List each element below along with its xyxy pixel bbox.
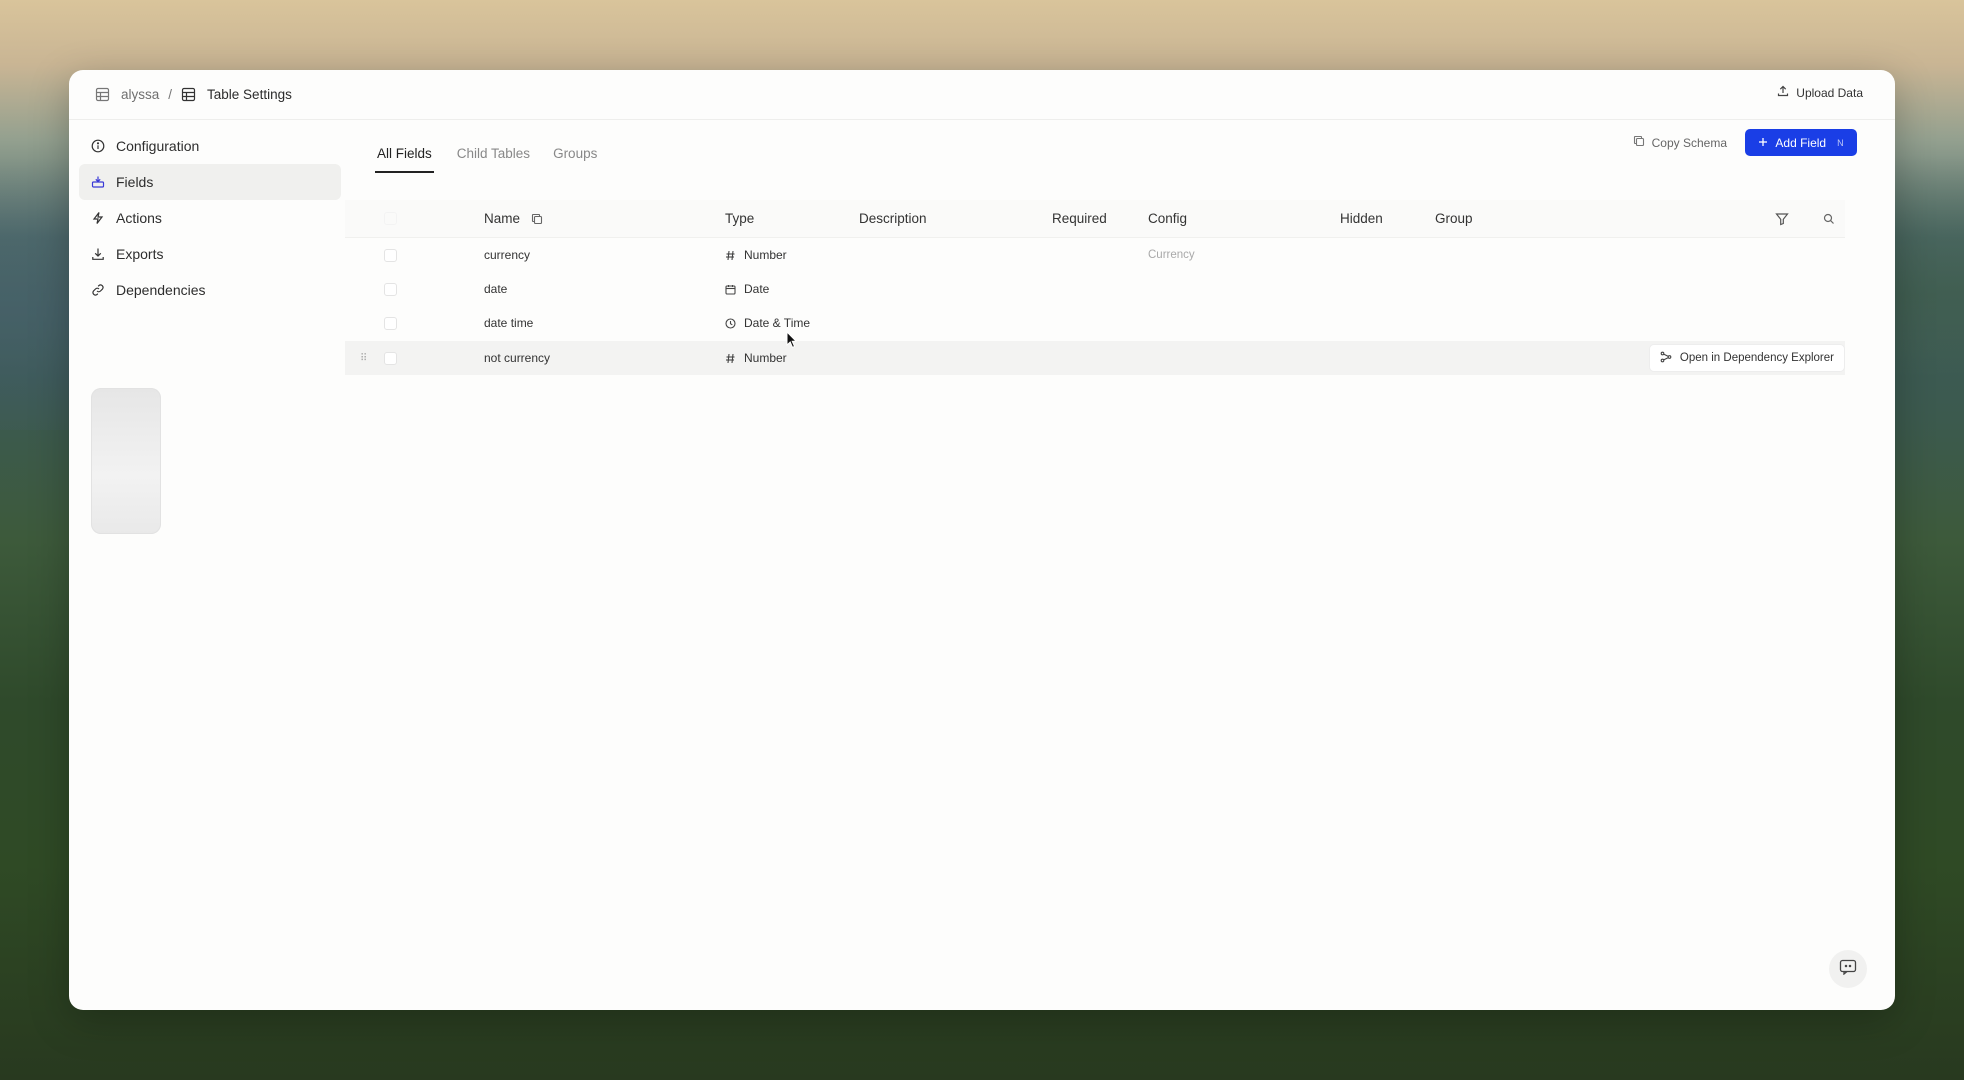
- sidebar-item-configuration[interactable]: Configuration: [79, 128, 341, 164]
- field-name: date: [484, 282, 508, 296]
- filter-icon[interactable]: [1775, 212, 1789, 226]
- upload-icon: [1777, 85, 1789, 100]
- upload-data-label: Upload Data: [1796, 85, 1863, 100]
- row-checkbox[interactable]: [384, 316, 397, 330]
- main-content: All Fields Child Tables Groups Copy Sche…: [345, 120, 1895, 1010]
- column-name[interactable]: Name: [484, 211, 543, 226]
- sidebar-item-label: Dependencies: [116, 282, 206, 298]
- shortcut-hint: N: [1837, 137, 1844, 148]
- app-window: alyssa / Table Settings Upload Data Conf…: [69, 70, 1895, 1010]
- table-header: Name Type Description Required Config Hi…: [345, 200, 1845, 238]
- dependency-graph-icon: [1660, 351, 1672, 366]
- sidebar-item-label: Fields: [116, 174, 154, 190]
- sidebar-item-label: Exports: [116, 246, 164, 262]
- add-field-button[interactable]: Add Field N: [1745, 129, 1857, 156]
- sidebar-item-actions[interactable]: Actions: [79, 200, 341, 236]
- upload-data-button[interactable]: Upload Data: [1777, 85, 1863, 100]
- sidebar-item-fields[interactable]: Fields: [79, 164, 341, 200]
- field-name: date time: [484, 316, 534, 330]
- copy-schema-button[interactable]: Copy Schema: [1633, 135, 1727, 150]
- top-bar: alyssa / Table Settings Upload Data: [69, 70, 1895, 120]
- breadcrumb-workspace[interactable]: alyssa: [121, 87, 159, 102]
- search-icon[interactable]: [1823, 213, 1835, 225]
- breadcrumb-separator: /: [168, 87, 173, 102]
- add-field-label: Add Field: [1775, 135, 1827, 150]
- table-row[interactable]: date time Date & Time: [345, 306, 1845, 340]
- column-required[interactable]: Required: [1052, 211, 1107, 226]
- sidebar-item-exports[interactable]: Exports: [79, 236, 341, 272]
- download-icon: [91, 247, 105, 261]
- field-type: Date & Time: [725, 316, 810, 330]
- tab-all-fields[interactable]: All Fields: [375, 138, 434, 173]
- open-dependency-explorer-button[interactable]: Open in Dependency Explorer: [1648, 344, 1845, 372]
- copy-icon: [1633, 135, 1645, 150]
- info-circle-icon: [91, 139, 105, 153]
- table-icon: [181, 87, 196, 102]
- calendar-icon: [725, 284, 736, 295]
- loading-placeholder: [91, 388, 161, 534]
- breadcrumb: alyssa / Table Settings: [95, 87, 292, 102]
- sidebar-item-label: Actions: [116, 210, 162, 226]
- table-row[interactable]: currency Number Currency: [345, 238, 1845, 272]
- hash-icon: [725, 353, 736, 364]
- column-hidden[interactable]: Hidden: [1340, 211, 1383, 226]
- tab-child-tables[interactable]: Child Tables: [457, 138, 530, 173]
- toolbar-actions: Copy Schema Add Field N: [1633, 129, 1857, 156]
- table-row[interactable]: ⠿ not currency Number Open in Dependency…: [345, 341, 1845, 375]
- chat-icon: [1839, 959, 1857, 980]
- column-description[interactable]: Description: [859, 211, 927, 226]
- column-config[interactable]: Config: [1148, 211, 1187, 226]
- sidebar: Configuration Fields Actions Exports Dep…: [79, 128, 341, 534]
- table-row[interactable]: date Date: [345, 272, 1845, 306]
- table-icon: [95, 87, 110, 102]
- sidebar-item-label: Configuration: [116, 138, 200, 154]
- copy-schema-label: Copy Schema: [1651, 135, 1727, 150]
- lightning-icon: [91, 211, 105, 225]
- row-checkbox[interactable]: [384, 282, 397, 296]
- fields-icon: [91, 175, 105, 189]
- mouse-cursor: [786, 330, 798, 354]
- header-select-all[interactable]: [384, 212, 397, 225]
- clock-icon: [725, 317, 736, 329]
- field-type: Date: [725, 282, 769, 296]
- row-checkbox[interactable]: [384, 248, 397, 262]
- sidebar-item-dependencies[interactable]: Dependencies: [79, 272, 341, 308]
- row-checkbox[interactable]: [384, 351, 397, 365]
- tab-groups[interactable]: Groups: [553, 138, 597, 173]
- open-dependency-explorer-label: Open in Dependency Explorer: [1679, 352, 1834, 364]
- field-type: Number: [725, 248, 787, 262]
- field-config: Currency: [1148, 249, 1195, 261]
- breadcrumb-page: Table Settings: [207, 87, 292, 102]
- column-group[interactable]: Group: [1435, 211, 1473, 226]
- link-icon: [91, 283, 105, 297]
- field-type: Number: [725, 351, 787, 365]
- tabs: All Fields Child Tables Groups: [375, 138, 620, 173]
- column-type[interactable]: Type: [725, 211, 754, 226]
- drag-handle-icon[interactable]: ⠿: [360, 353, 367, 364]
- field-name: currency: [484, 248, 531, 262]
- copy-icon[interactable]: [531, 213, 543, 225]
- hash-icon: [725, 250, 736, 261]
- plus-icon: [1758, 136, 1768, 150]
- chat-button[interactable]: [1829, 950, 1867, 988]
- field-name: not currency: [484, 351, 551, 365]
